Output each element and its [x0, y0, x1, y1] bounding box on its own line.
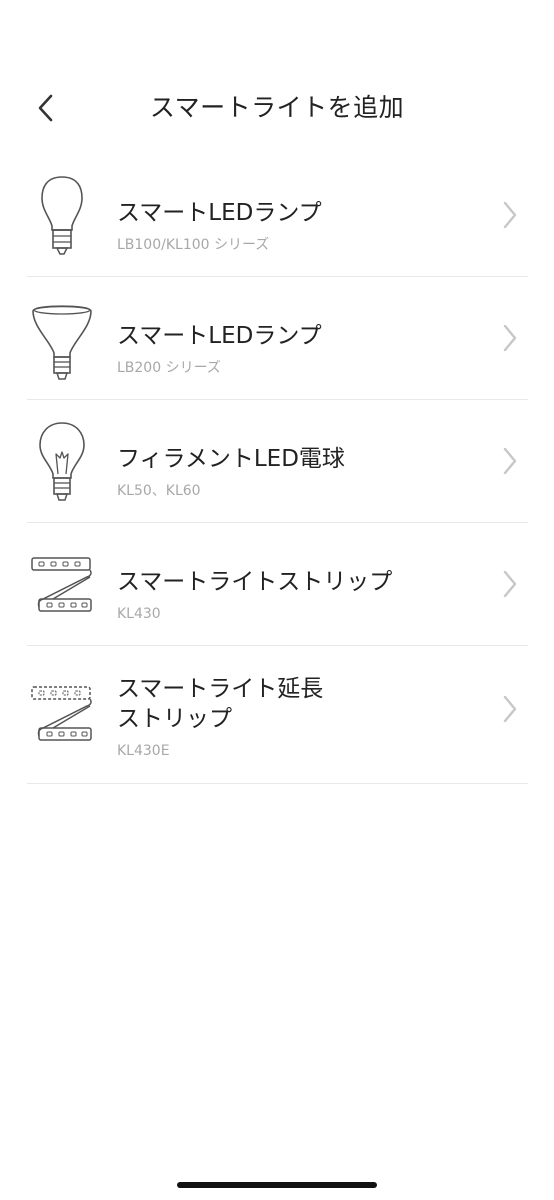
device-title: スマートライト延長 ストリップ — [117, 676, 324, 732]
device-title: スマートLEDランプ — [117, 323, 322, 349]
device-item-kl430[interactable]: スマートライトストリップ KL430 — [27, 523, 528, 646]
filament-bulb-icon — [27, 420, 97, 504]
a19-bulb-icon — [27, 174, 97, 258]
br30-flood-bulb-icon — [27, 299, 97, 383]
device-item-lb100-kl100[interactable]: スマートLEDランプ LB100/KL100 シリーズ — [27, 154, 528, 277]
device-item-kl430e[interactable]: スマートライト延長 ストリップ KL430E — [27, 646, 528, 784]
chevron-right-icon — [503, 324, 517, 352]
light-strip-extension-icon — [27, 684, 97, 744]
chevron-right-icon — [503, 447, 517, 475]
device-item-kl50-kl60[interactable]: フィラメントLED電球 KL50、KL60 — [27, 400, 528, 523]
page-title: スマートライトを追加 — [149, 93, 405, 122]
nav-header: スマートライトを追加 — [0, 70, 554, 146]
light-strip-icon — [27, 555, 97, 615]
device-title: フィラメントLED電球 — [117, 446, 345, 472]
device-model: KL50、KL60 — [117, 483, 201, 499]
device-title: スマートライトストリップ — [117, 569, 393, 595]
device-title: スマートLEDランプ — [117, 200, 322, 226]
device-item-lb200[interactable]: スマートLEDランプ LB200 シリーズ — [27, 277, 528, 400]
device-model: KL430E — [117, 743, 170, 759]
device-model: LB200 シリーズ — [117, 360, 221, 376]
chevron-right-icon — [503, 201, 517, 229]
home-indicator[interactable] — [177, 1182, 377, 1188]
device-model: LB100/KL100 シリーズ — [117, 237, 270, 253]
chevron-right-icon — [503, 695, 517, 723]
chevron-right-icon — [503, 570, 517, 598]
device-model: KL430 — [117, 606, 161, 622]
device-list: スマートLEDランプ LB100/KL100 シリーズ スマートLEDランプ L… — [27, 154, 528, 784]
